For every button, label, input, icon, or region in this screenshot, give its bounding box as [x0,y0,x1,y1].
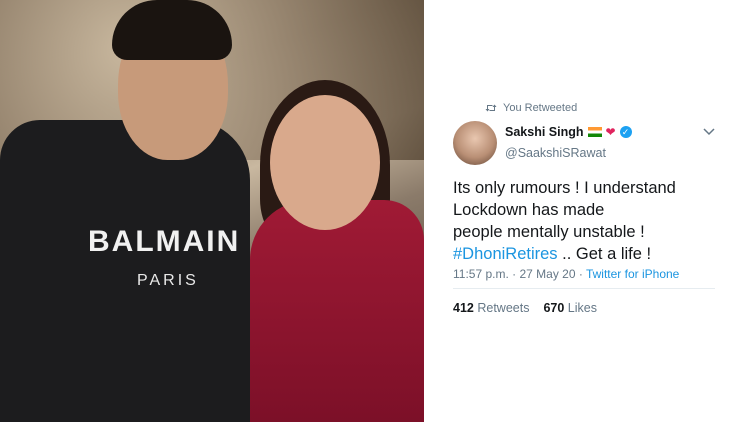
india-flag-icon [587,127,602,137]
tweet-photo: BALMAIN PARIS [0,0,424,422]
hashtag-link[interactable]: #DhoniRetires [453,245,558,263]
tweet-card[interactable]: You Retweeted Sakshi Singh ❤ ✓ @SaakshiS… [437,95,727,325]
retweet-icon [485,104,497,112]
likes-label: Likes [567,301,597,315]
retweet-context: You Retweeted [485,101,577,115]
retweet-label: You Retweeted [503,102,578,114]
shirt-city-text: PARIS [137,272,199,289]
tweet-timestamp[interactable]: 11:57 p.m. · 27 May 20 · [453,267,586,281]
shirt-brand-text: BALMAIN [88,225,241,258]
verified-badge-icon: ✓ [619,126,632,138]
photo-person-left-hair [112,0,232,60]
divider [453,288,715,289]
tweet-text-last-line: #DhoniRetires .. Get a life ! [453,243,723,265]
chevron-down-icon[interactable] [703,127,715,137]
avatar[interactable] [453,121,497,165]
photo-person-right-head [270,95,380,230]
tweet-text: Its only rumours ! I understand Lockdown… [453,177,723,265]
author-name[interactable]: Sakshi Singh [505,125,584,139]
retweets-stat[interactable]: 412 Retweets [453,301,529,315]
tweet-text-line: Lockdown has made [453,201,605,219]
retweets-label: Retweets [477,301,530,315]
photo-person-right [250,200,424,422]
tweet-text-line: people mentally unstable ! [453,223,645,241]
retweets-count: 412 [453,301,474,315]
author-handle[interactable]: @SaakshiSRawat [505,146,606,160]
tweet-stats: 412 Retweets 670 Likes [453,301,597,315]
tweet-meta: 11:57 p.m. · 27 May 20 · Twitter for iPh… [453,267,679,281]
photo-person-left [0,120,250,422]
tweet-text-tail: .. Get a life ! [557,245,652,263]
likes-stat[interactable]: 670 Likes [543,301,597,315]
tweet-text-line: Its only rumours ! I understand [453,179,676,197]
likes-count: 670 [543,301,565,315]
tweet-source-link[interactable]: Twitter for iPhone [586,267,679,281]
author-name-row[interactable]: Sakshi Singh ❤ ✓ [505,125,632,139]
heart-icon: ❤ [605,125,616,139]
